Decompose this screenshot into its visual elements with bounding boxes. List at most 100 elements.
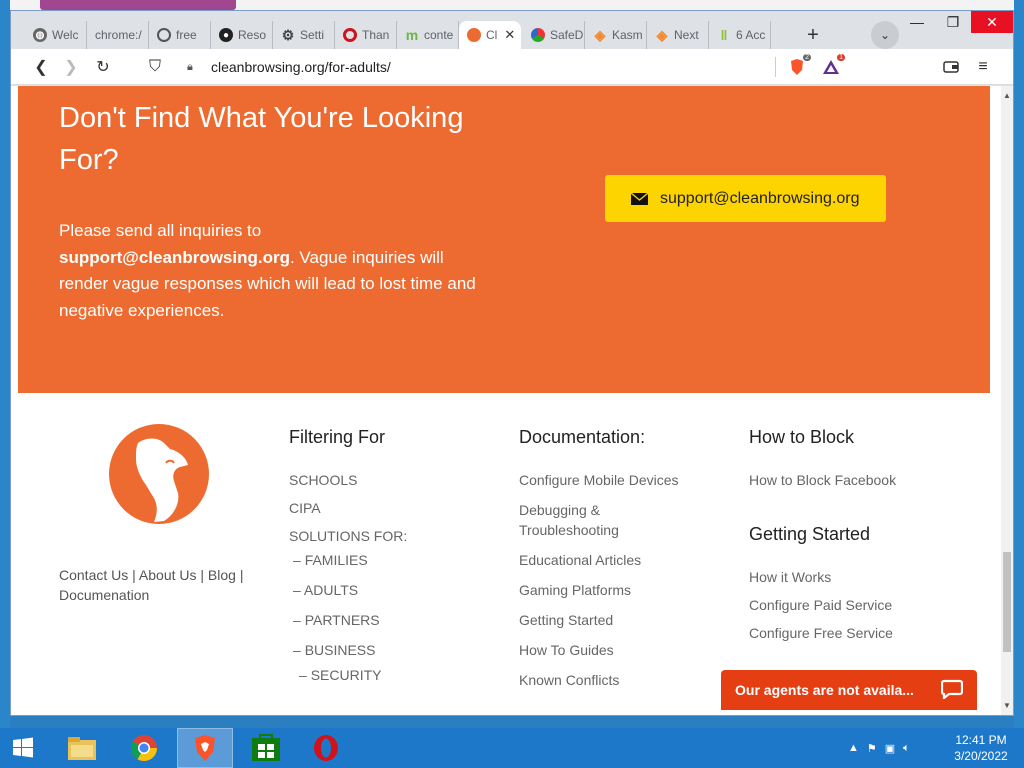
shield-count-badge: 2 [803, 54, 811, 61]
network-icon[interactable]: ▣ [885, 742, 895, 755]
desktop-background-left [0, 0, 10, 728]
file-explorer-taskbar-button[interactable] [54, 728, 110, 768]
getting-started-doc-link[interactable]: Getting Started [519, 610, 719, 630]
brave-rewards-button[interactable]: 1 [821, 54, 845, 77]
block-facebook-link[interactable]: How to Block Facebook [749, 470, 969, 490]
contact-us-link[interactable]: Contact Us [59, 567, 128, 583]
families-link[interactable]: – FAMILIES [289, 550, 407, 570]
windows-logo-icon [13, 737, 33, 758]
tab-github[interactable]: ● Reso [211, 21, 273, 49]
lock-icon[interactable]: 🔒︎ [187, 61, 193, 74]
close-tab-icon[interactable]: ✕ [504, 27, 515, 43]
reload-button[interactable]: ↻ [91, 55, 115, 79]
toolbar-divider [775, 57, 776, 77]
volume-muted-icon[interactable]: 🔈︎ [903, 742, 910, 755]
address-bar[interactable]: cleanbrowsing.org/for-adults/ [211, 59, 391, 75]
tab-content[interactable]: m conte [397, 21, 459, 49]
kasm-icon: ◈ [656, 26, 668, 43]
forward-arrow-icon: ❯ [64, 59, 78, 76]
bookmark-button[interactable]: ⛉ [143, 55, 167, 79]
tab-cleanbrowsing-active[interactable]: Cl ✕ [459, 21, 521, 49]
documentation-heading: Documentation: [519, 427, 646, 447]
store-taskbar-button[interactable] [238, 728, 294, 768]
known-conflicts-link[interactable]: Known Conflicts [519, 670, 719, 690]
business-link[interactable]: – BUSINESS [289, 640, 407, 660]
tab-6acc[interactable]: ǁ 6 Acc [709, 21, 771, 49]
background-window-edge [40, 0, 236, 10]
reload-icon: ↻ [96, 59, 110, 76]
email-support-button[interactable]: support@cleanbrowsing.org [605, 175, 886, 222]
folder-icon [68, 737, 96, 760]
wallet-button[interactable] [941, 57, 961, 77]
how-it-works-link[interactable]: How it Works [749, 567, 969, 587]
page-scrollbar[interactable]: ▲ ▼ [1001, 86, 1013, 715]
partners-link[interactable]: – PARTNERS [289, 610, 407, 630]
shield-icon [531, 28, 545, 42]
documentation-link[interactable]: Documenation [59, 587, 149, 603]
how-to-block-heading: How to Block [749, 427, 855, 447]
opera-taskbar-button[interactable] [298, 728, 354, 768]
brave-taskbar-button[interactable] [177, 728, 233, 768]
about-us-link[interactable]: About Us [139, 567, 197, 583]
adults-link[interactable]: – ADULTS [289, 580, 407, 600]
back-button[interactable]: ❮ [29, 55, 53, 79]
getting-started-heading: Getting Started [749, 524, 871, 544]
scroll-down-arrow-icon[interactable]: ▼ [1001, 698, 1013, 712]
tab-next[interactable]: ◈ Next [647, 21, 709, 49]
security-link[interactable]: – SECURITY [289, 665, 407, 685]
leaf-icon: ǁ [720, 27, 728, 43]
tab-thanks[interactable]: Than [335, 21, 397, 49]
start-button[interactable] [0, 728, 46, 768]
cipa-link[interactable]: CIPA [289, 498, 407, 518]
debugging-troubleshooting-link[interactable]: Debugging & Troubleshooting [519, 500, 629, 540]
configure-mobile-devices-link[interactable]: Configure Mobile Devices [519, 470, 719, 490]
forward-button[interactable]: ❯ [59, 55, 83, 79]
configure-free-service-link[interactable]: Configure Free Service [749, 623, 969, 643]
new-tab-button[interactable]: + [801, 23, 825, 47]
how-to-block-column: How to Block How to Block Facebook Getti… [749, 427, 969, 651]
tab-settings[interactable]: ⚙ Setti [273, 21, 335, 49]
chrome-taskbar-button[interactable] [116, 728, 172, 768]
rewards-triangle-icon [823, 60, 839, 74]
show-hidden-icons-chevron-icon[interactable]: ▲ [848, 742, 859, 754]
filtering-for-heading: Filtering For [289, 427, 386, 447]
contact-section: Don't Find What You're Looking For? Plea… [18, 86, 990, 393]
live-chat-widget[interactable]: Our agents are not availa... [721, 670, 977, 710]
tab-search-button[interactable]: ⌄ [871, 21, 899, 49]
store-icon [252, 734, 280, 761]
tab-free[interactable]: free [149, 21, 211, 49]
gear-icon: ⚙ [281, 26, 295, 43]
cleanbrowsing-fox-logo[interactable] [108, 423, 210, 525]
menu-button[interactable]: ≡ [973, 57, 993, 77]
clock-time: 12:41 PM [955, 733, 1007, 747]
tab-kasm[interactable]: ◈ Kasm [585, 21, 647, 49]
tab-chrome[interactable]: chrome:/ [87, 21, 149, 49]
contact-email-link[interactable]: support@cleanbrowsing.org [59, 248, 290, 267]
scrollbar-thumb[interactable] [1003, 552, 1011, 652]
tab-welcome[interactable]: ◍ Welc [25, 21, 87, 49]
cleanbrowsing-icon [467, 28, 481, 42]
m-icon: m [405, 27, 419, 43]
solutions-for-label: SOLUTIONS FOR: [289, 528, 408, 544]
tab-safedns[interactable]: SafeD [523, 21, 585, 49]
scroll-up-arrow-icon[interactable]: ▲ [1001, 88, 1013, 102]
how-to-guides-link[interactable]: How To Guides [519, 640, 719, 660]
blog-link[interactable]: Blog [208, 567, 236, 583]
configure-paid-service-link[interactable]: Configure Paid Service [749, 595, 969, 615]
minimize-button[interactable]: — [899, 11, 935, 33]
browser-window: ◍ Welc chrome:/ free ● Reso ⚙ Setti Than… [10, 10, 1014, 716]
taskbar-clock[interactable]: 12:41 PM 3/20/2022 [946, 732, 1016, 764]
schools-link[interactable]: SCHOOLS [289, 470, 407, 490]
gaming-platforms-link[interactable]: Gaming Platforms [519, 580, 719, 600]
action-center-flag-icon[interactable]: ⚑ [867, 742, 877, 755]
brave-shields-button[interactable]: 2 [787, 54, 811, 77]
envelope-icon [631, 192, 648, 205]
maximize-button[interactable]: ❐ [935, 11, 971, 33]
educational-articles-link[interactable]: Educational Articles [519, 550, 719, 570]
close-window-button[interactable]: ✕ [971, 11, 1013, 33]
brave-icon [195, 735, 215, 761]
back-arrow-icon: ❮ [34, 59, 48, 76]
opera-icon [343, 28, 357, 42]
desktop-background-right [1014, 0, 1024, 728]
search-icon [157, 28, 171, 42]
